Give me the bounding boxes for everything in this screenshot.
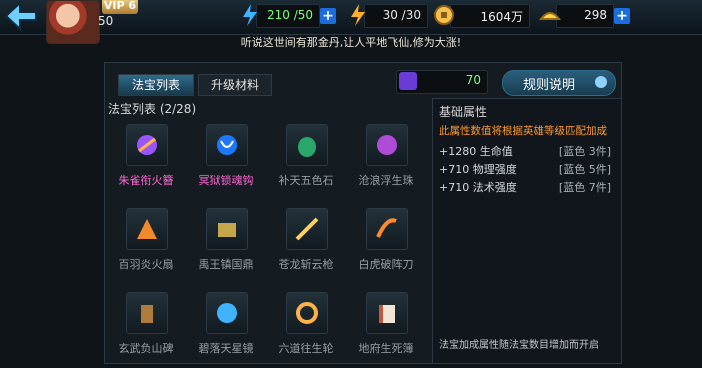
news-ticker: 听说这世间有那金丹,让人平地飞仙,修为大涨! <box>240 36 462 49</box>
attribute-row: +1280 生命值 [蓝色 3件] <box>439 143 615 159</box>
pearl-icon <box>366 124 408 166</box>
treasure-item[interactable]: 碧落天星镜 <box>188 288 264 368</box>
energy-value: 30 /30 <box>382 8 421 22</box>
treasure-points: 70 <box>396 70 488 94</box>
treasure-item[interactable]: 禹王镇国鼎 <box>188 204 264 284</box>
five-color-stone-icon <box>286 124 328 166</box>
attribute-row: +710 法术强度 [蓝色 7件] <box>439 179 615 195</box>
attribute-row: +710 物理强度 [蓝色 5件] <box>439 161 615 177</box>
points-value: 70 <box>465 73 481 87</box>
treasure-item[interactable]: 百羽炎火扇 <box>108 204 184 284</box>
stone-tablet-icon <box>126 292 168 334</box>
star-mirror-icon <box>206 292 248 334</box>
attribute-left: +1280 生命值 <box>439 145 513 158</box>
treasure-item[interactable]: 六道往生轮 <box>268 288 344 368</box>
tiger-blade-icon <box>366 208 408 250</box>
coins-stat: 1604万 <box>434 4 530 28</box>
energy-stat: 30 /30 <box>351 4 428 28</box>
wheel-icon <box>286 292 328 334</box>
treasure-name: 朱雀衔火簪 <box>118 174 174 187</box>
play-arrow-icon <box>595 76 607 88</box>
dragon-spear-icon <box>286 208 328 250</box>
treasure-item[interactable]: 地府生死簿 <box>348 288 424 368</box>
treasure-name: 苍龙斩云枪 <box>278 258 334 271</box>
add-ingots-button[interactable]: + <box>614 8 630 24</box>
ingot-icon <box>538 3 562 27</box>
attributes-footer: 法宝加成属性随法宝数目增加而开启 <box>439 340 599 351</box>
coins-value: 1604万 <box>480 10 523 24</box>
player-level: 50 <box>98 14 114 28</box>
ingots-stat: 298 <box>538 4 614 28</box>
treasure-item[interactable]: 苍龙斩云枪 <box>268 204 344 284</box>
top-bar: VIP 6 50 210 /50 + 30 /30 1604万 298 + <box>0 0 702 44</box>
attributes-title: 基础属性 <box>439 105 488 119</box>
ingots-value: 298 <box>584 8 607 22</box>
life-death-book-icon <box>366 292 408 334</box>
phoenix-hairpin-icon <box>126 124 168 166</box>
treasure-name: 地府生死簿 <box>358 342 414 355</box>
attribute-right: [蓝色 7件] <box>558 181 611 194</box>
cauldron-icon <box>206 208 248 250</box>
treasure-item[interactable]: 沧浪浮生珠 <box>348 120 424 200</box>
treasure-book-icon <box>399 72 417 90</box>
attribute-right: [蓝色 3件] <box>558 145 611 158</box>
soul-hook-icon <box>206 124 248 166</box>
tab-upgrade-materials[interactable]: 升级材料 <box>198 74 272 96</box>
treasure-item[interactable]: 补天五色石 <box>268 120 344 200</box>
treasure-name: 补天五色石 <box>278 174 334 187</box>
attributes-panel: 基础属性 此属性数值将根据英雄等级匹配加成 +1280 生命值 [蓝色 3件] … <box>432 98 622 364</box>
vip-badge: VIP 6 <box>102 0 138 14</box>
treasure-item[interactable]: 白虎破阵刀 <box>348 204 424 284</box>
list-title: 法宝列表 (2/28) <box>108 102 197 116</box>
attribute-left: +710 物理强度 <box>439 163 517 176</box>
treasure-item[interactable]: 玄武负山碑 <box>108 288 184 368</box>
tab-treasure-list[interactable]: 法宝列表 <box>118 74 194 96</box>
stamina-icon <box>239 3 261 27</box>
rules-button-label: 规则说明 <box>523 78 576 93</box>
stamina-value: 210 /50 <box>266 8 313 22</box>
attribute-right: [蓝色 5件] <box>558 163 611 176</box>
feather-fan-icon <box>126 208 168 250</box>
rules-button[interactable]: 规则说明 <box>502 70 616 96</box>
coin-icon <box>433 3 455 27</box>
treasure-name: 百羽炎火扇 <box>118 258 174 271</box>
attributes-description: 此属性数值将根据英雄等级匹配加成 <box>439 125 607 137</box>
stamina-stat: 210 /50 <box>243 4 320 28</box>
back-arrow-icon <box>4 0 37 32</box>
treasure-name: 沧浪浮生珠 <box>358 174 414 187</box>
back-button[interactable] <box>2 0 38 32</box>
add-stamina-button[interactable]: + <box>320 8 336 24</box>
treasure-item[interactable]: 朱雀衔火簪 <box>108 120 184 200</box>
treasure-name: 白虎破阵刀 <box>358 258 414 271</box>
energy-icon <box>347 3 369 27</box>
treasure-name: 禹王镇国鼎 <box>198 258 254 271</box>
attribute-left: +710 法术强度 <box>439 181 517 194</box>
treasure-name: 冥狱锁魂钩 <box>198 174 254 187</box>
treasure-name: 六道往生轮 <box>278 342 334 355</box>
treasure-name: 碧落天星镜 <box>198 342 254 355</box>
treasure-name: 玄武负山碑 <box>118 342 174 355</box>
treasure-grid: 朱雀衔火簪 冥狱锁魂钩 补天五色石 沧浪浮生珠 百羽炎火扇 禹王镇国鼎 苍龙斩云… <box>108 120 428 360</box>
treasure-item[interactable]: 冥狱锁魂钩 <box>188 120 264 200</box>
